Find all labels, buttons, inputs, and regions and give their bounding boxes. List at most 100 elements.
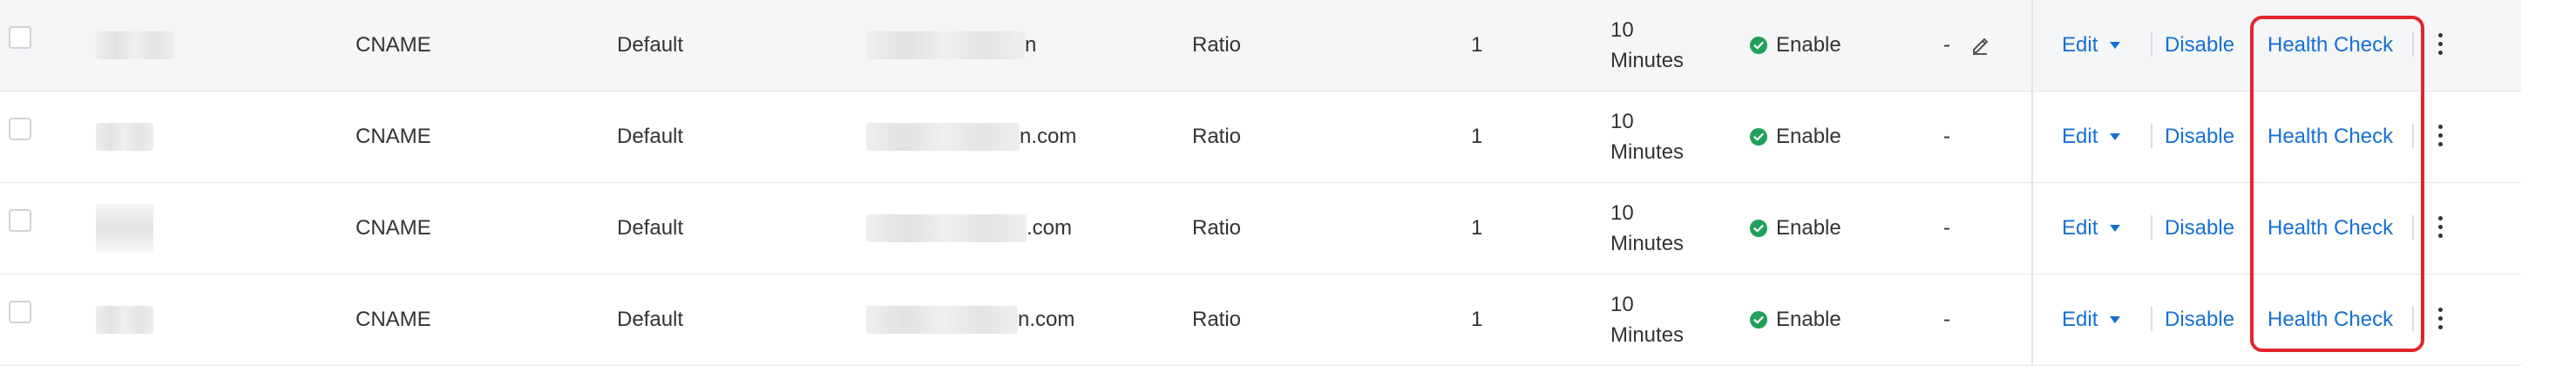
ttl-number: 10 [1610, 293, 1634, 316]
record-weight: 1 [1471, 216, 1483, 240]
check-circle-icon [1750, 37, 1767, 54]
masked-value [866, 214, 1027, 242]
record-weight: 1 [1471, 33, 1483, 57]
disable-label[interactable]: Disable [2165, 308, 2234, 332]
table-row: CNAME Default .com Ratio 1 10 Minutes En… [0, 183, 2521, 274]
disable-button[interactable]: Disable [2165, 183, 2234, 274]
record-line: Default [617, 33, 684, 57]
edit-label[interactable]: Edit [2062, 216, 2098, 241]
column-divider [2031, 0, 2033, 91]
record-ttl: 10 Minutes [1610, 92, 1684, 182]
status-label: Enable [1776, 308, 1841, 331]
check-circle-icon [1750, 311, 1767, 329]
status-label: Enable [1776, 33, 1841, 57]
disable-label[interactable]: Disable [2165, 33, 2234, 58]
caret-down-icon[interactable] [2110, 316, 2121, 323]
health-check-label[interactable]: Health Check [2268, 216, 2393, 241]
record-schedule: Ratio [1192, 33, 1242, 57]
column-divider [2031, 274, 2033, 365]
health-check-label[interactable]: Health Check [2268, 33, 2393, 58]
record-ttl: 10 Minutes [1610, 274, 1684, 365]
disable-button[interactable]: Disable [2165, 92, 2234, 182]
row-checkbox[interactable] [9, 301, 31, 323]
health-check-button[interactable]: Health Check [2268, 92, 2393, 182]
ttl-unit: Minutes [1610, 49, 1685, 72]
masked-host [96, 123, 153, 151]
remark-text: - [1943, 125, 1950, 148]
caret-down-icon[interactable] [2110, 133, 2121, 140]
record-value-suffix: .com [1027, 216, 1073, 240]
health-check-button[interactable]: Health Check [2268, 183, 2393, 274]
more-vertical-icon[interactable] [2431, 24, 2449, 63]
health-check-label[interactable]: Health Check [2268, 308, 2393, 332]
row-checkbox[interactable] [9, 118, 31, 140]
disable-label[interactable]: Disable [2165, 216, 2234, 241]
masked-value [866, 306, 1018, 334]
dns-records-table: CNAME Default n Ratio 1 10 Minutes Enabl… [0, 0, 2576, 366]
row-checkbox[interactable] [9, 209, 31, 232]
ttl-unit: Minutes [1610, 323, 1685, 347]
record-value-suffix: n.com [1018, 308, 1075, 331]
disable-button[interactable]: Disable [2165, 274, 2234, 365]
check-circle-icon [1750, 128, 1767, 146]
health-check-button[interactable]: Health Check [2268, 274, 2393, 365]
edit-button[interactable]: Edit [2062, 92, 2121, 182]
column-divider [2031, 92, 2033, 182]
record-remark: - [1943, 92, 1950, 182]
record-line: Default [617, 308, 684, 331]
health-check-button[interactable]: Health Check [2268, 0, 2393, 91]
record-schedule: Ratio [1192, 308, 1242, 331]
record-type: CNAME [356, 33, 431, 57]
more-vertical-icon[interactable] [2431, 207, 2449, 246]
pencil-icon[interactable] [1969, 35, 1990, 56]
record-remark: - [1943, 0, 1990, 91]
record-status: Enable [1750, 274, 1841, 365]
masked-host [96, 306, 153, 334]
record-remark: - [1943, 183, 1950, 274]
record-type: CNAME [356, 308, 431, 331]
table-row: CNAME Default n.com Ratio 1 10 Minutes E… [0, 92, 2521, 183]
ttl-unit: Minutes [1610, 232, 1685, 255]
masked-host [96, 204, 153, 253]
record-line: Default [617, 125, 684, 148]
action-divider [2151, 32, 2152, 57]
action-divider [2250, 215, 2252, 240]
record-schedule: Ratio [1192, 125, 1242, 148]
record-line: Default [617, 216, 684, 240]
status-label: Enable [1776, 125, 1841, 148]
masked-value [866, 31, 1025, 59]
record-ttl: 10 Minutes [1610, 183, 1684, 274]
edit-button[interactable]: Edit [2062, 0, 2121, 91]
action-divider [2151, 307, 2152, 331]
record-status: Enable [1750, 0, 1841, 91]
edit-button[interactable]: Edit [2062, 274, 2121, 365]
caret-down-icon[interactable] [2110, 42, 2121, 49]
record-status: Enable [1750, 92, 1841, 182]
ttl-unit: Minutes [1610, 140, 1685, 164]
remark-text: - [1943, 216, 1950, 240]
edit-label[interactable]: Edit [2062, 125, 2098, 149]
action-divider [2250, 307, 2252, 331]
action-divider [2412, 307, 2414, 331]
more-vertical-icon[interactable] [2431, 299, 2449, 337]
row-checkbox[interactable] [9, 26, 31, 49]
action-divider [2250, 32, 2252, 57]
health-check-label[interactable]: Health Check [2268, 125, 2393, 149]
column-divider [2031, 183, 2033, 274]
edit-button[interactable]: Edit [2062, 183, 2121, 274]
disable-button[interactable]: Disable [2165, 0, 2234, 91]
disable-label[interactable]: Disable [2165, 125, 2234, 149]
more-vertical-icon[interactable] [2431, 116, 2449, 154]
edit-label[interactable]: Edit [2062, 33, 2098, 58]
record-weight: 1 [1471, 308, 1483, 331]
action-divider [2250, 124, 2252, 148]
action-divider [2412, 215, 2414, 240]
edit-label[interactable]: Edit [2062, 308, 2098, 332]
masked-host [96, 31, 174, 59]
record-weight: 1 [1471, 125, 1483, 148]
record-ttl: 10 Minutes [1610, 0, 1684, 91]
record-status: Enable [1750, 183, 1841, 274]
action-divider [2412, 32, 2414, 57]
record-type: CNAME [356, 125, 431, 148]
caret-down-icon[interactable] [2110, 225, 2121, 232]
